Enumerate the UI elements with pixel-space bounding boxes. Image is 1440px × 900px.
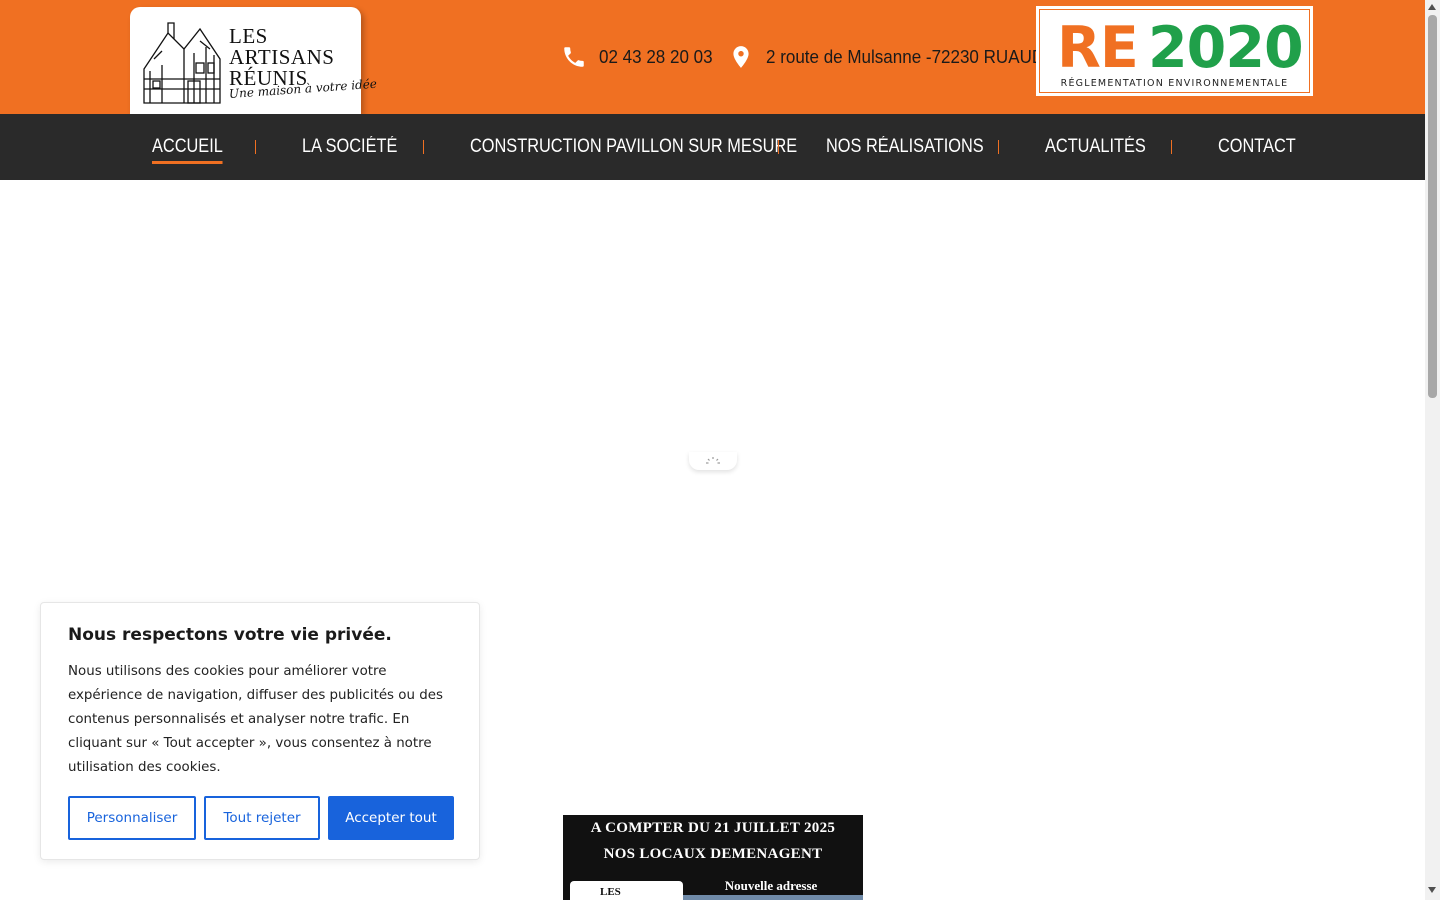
house-illustration-icon [143, 22, 221, 104]
nav-separator [1171, 140, 1172, 154]
announcement-photo [683, 895, 863, 900]
reject-all-button[interactable]: Tout rejeter [204, 796, 320, 840]
page-scrollbar[interactable] [1425, 0, 1440, 900]
announcement-line-1: A COMPTER DU 21 JUILLET 2025 [590, 820, 836, 836]
scrollbar-thumb[interactable] [1428, 15, 1437, 398]
scroll-down-arrow-icon[interactable] [1428, 887, 1436, 893]
header-bar: LES ARTISANS RÉUNIS Une maison à votre i… [0, 0, 1425, 114]
phone-link[interactable]: 02 43 28 20 03 [561, 40, 722, 74]
nav-separator [255, 140, 256, 154]
nav-separator [998, 140, 999, 154]
nav-item-accueil[interactable]: ACCUEIL [152, 114, 224, 180]
site-logo[interactable]: LES ARTISANS RÉUNIS Une maison à votre i… [130, 7, 377, 114]
re2020-badge-frame: RE 2020 RÉGLEMENTATION ENVIRONNEMENTALE [1039, 9, 1310, 93]
announcement-line-2: NOS LOCAUX DEMENAGENT [603, 846, 823, 862]
nav-item-la-societe[interactable]: LA SOCIÉTÉ [302, 114, 397, 180]
nav-item-actualites[interactable]: ACTUALITÉS [1045, 114, 1146, 180]
cookie-title: Nous respectons votre vie privée. [68, 625, 392, 645]
phone-number: 02 43 28 20 03 [599, 46, 713, 67]
re2020-badge: RE 2020 RÉGLEMENTATION ENVIRONNEMENTALE [1036, 6, 1313, 96]
re2020-word: RE [1057, 15, 1139, 81]
re2020-year: 2020 [1148, 15, 1304, 81]
announcement-logo-text: LES [600, 886, 621, 898]
logo-line-2: ARTISANS [229, 45, 335, 69]
logo-line-1: LES [229, 24, 268, 48]
address-text: 2 route de Mulsanne -72230 RUAUDIN [766, 46, 1062, 67]
nav-separator [778, 140, 779, 154]
spinner-icon [706, 457, 720, 464]
announcement-logo: LES [570, 881, 683, 900]
relocation-announcement[interactable]: A COMPTER DU 21 JUILLET 2025 NOS LOCAUX … [563, 815, 863, 900]
loading-spinner [689, 452, 737, 470]
page: LES ARTISANS RÉUNIS Une maison à votre i… [0, 0, 1440, 900]
map-pin-icon [733, 46, 749, 68]
nav-separator [423, 140, 424, 154]
cookie-description: Nous utilisons des cookies pour améliore… [68, 664, 443, 775]
re2020-subtitle: RÉGLEMENTATION ENVIRONNEMENTALE [1060, 78, 1289, 89]
accept-all-button[interactable]: Accepter tout [328, 796, 454, 840]
scroll-up-arrow-icon[interactable] [1428, 4, 1436, 10]
customize-button[interactable]: Personnaliser [68, 796, 196, 840]
address-link[interactable]: 2 route de Mulsanne -72230 RUAUDIN [728, 40, 1087, 74]
cookie-consent-panel: Nous respectons votre vie privée. Nous u… [40, 602, 480, 860]
nav-item-realisations[interactable]: NOS RÉALISATIONS [826, 114, 984, 180]
nav-item-construction[interactable]: CONSTRUCTION PAVILLON SUR MESURE [470, 114, 797, 180]
main-nav: ACCUEIL LA SOCIÉTÉ CONSTRUCTION PAVILLON… [0, 114, 1425, 180]
phone-icon [564, 47, 584, 67]
nav-item-contact[interactable]: CONTACT [1218, 114, 1296, 180]
